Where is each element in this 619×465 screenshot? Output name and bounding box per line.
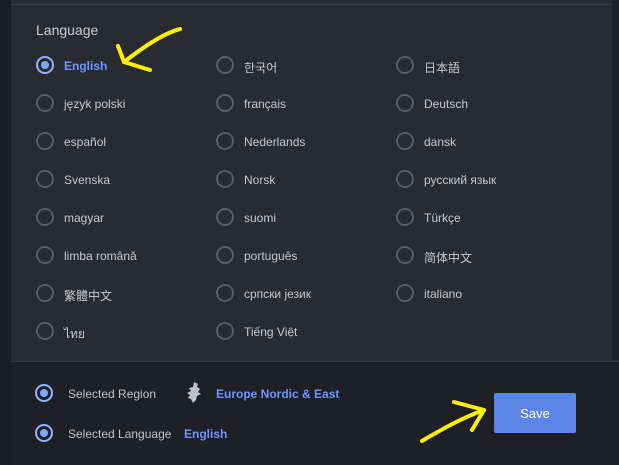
language-label-suomi[interactable]: suomi (244, 211, 276, 225)
selected-language-value: English (184, 427, 228, 441)
language-radio-svenska[interactable] (36, 170, 54, 188)
language-radio-ti-ng-vi-t[interactable] (216, 322, 234, 340)
selected-region-label: Selected Region (68, 387, 157, 401)
scroll-edge (612, 0, 619, 360)
language-radio-suomi[interactable] (216, 208, 234, 226)
language-label-lang-2[interactable]: 日本語 (424, 59, 460, 76)
language-radio-lang-18[interactable] (36, 284, 54, 302)
language-settings-window: Language English 한국어 日本語 język polski frança… (11, 0, 619, 465)
language-radio-magyar[interactable] (36, 208, 54, 226)
language-label-portugu-s[interactable]: português (244, 249, 297, 263)
annotation-arrow-save (420, 400, 486, 443)
language-radio-lang-21[interactable] (36, 322, 54, 340)
language-radio-lang-17[interactable] (396, 246, 414, 264)
language-label-limba-rom-n[interactable]: limba română (64, 249, 137, 263)
selected-region-value: Europe Nordic & East (216, 387, 340, 401)
language-radio-limba-rom-n[interactable] (36, 246, 54, 264)
language-label-svenska[interactable]: Svenska (64, 173, 110, 187)
language-radio-t-rk-e[interactable] (396, 208, 414, 226)
language-label-nederlands[interactable]: Nederlands (244, 135, 305, 149)
language-radio-j-zyk-polski[interactable] (36, 94, 54, 112)
language-radio-nederlands[interactable] (216, 132, 234, 150)
language-label-j-zyk-polski[interactable]: język polski (64, 97, 125, 111)
language-label-italiano[interactable]: italiano (424, 287, 462, 301)
language-radio-lang-11[interactable] (396, 170, 414, 188)
selected-language-indicator (35, 424, 53, 442)
language-radio-norsk[interactable] (216, 170, 234, 188)
save-button[interactable]: Save (494, 393, 576, 433)
selection-summary-panel: Selected Region Europe Nordic & East Sel… (11, 361, 619, 465)
language-label-norsk[interactable]: Norsk (244, 173, 275, 187)
language-radio-lang-19[interactable] (216, 284, 234, 302)
language-label-lang-18[interactable]: 繁體中文 (64, 287, 112, 304)
language-radio-english[interactable] (36, 56, 54, 74)
language-label-dansk[interactable]: dansk (424, 135, 456, 149)
europe-map-icon (187, 382, 201, 403)
language-label-lang-17[interactable]: 简体中文 (424, 249, 472, 266)
language-radio-lang-2[interactable] (396, 56, 414, 74)
language-label-deutsch[interactable]: Deutsch (424, 97, 468, 111)
language-label-fran-ais[interactable]: français (244, 97, 286, 111)
language-label-magyar[interactable]: magyar (64, 211, 104, 225)
language-radio-portugu-s[interactable] (216, 246, 234, 264)
language-radio-italiano[interactable] (396, 284, 414, 302)
language-radio-dansk[interactable] (396, 132, 414, 150)
language-label-lang-11[interactable]: русский язык (424, 173, 496, 187)
language-label-lang-1[interactable]: 한국어 (244, 59, 277, 76)
language-label-lang-21[interactable]: ไทย (64, 325, 85, 344)
selected-language-label: Selected Language (68, 427, 172, 441)
annotation-arrow-english (116, 27, 182, 72)
language-label-lang-19[interactable]: српски језик (244, 287, 311, 301)
language-radio-deutsch[interactable] (396, 94, 414, 112)
language-label-espa-ol[interactable]: español (64, 135, 106, 149)
language-label-english[interactable]: English (64, 59, 107, 73)
selected-region-indicator (35, 384, 53, 402)
language-radio-espa-ol[interactable] (36, 132, 54, 150)
language-radio-lang-1[interactable] (216, 56, 234, 74)
language-radio-fran-ais[interactable] (216, 94, 234, 112)
language-option-grid: English 한국어 日本語 język polski français Deutsch… (11, 0, 571, 360)
language-label-t-rk-e[interactable]: Türkçe (424, 211, 461, 225)
language-label-ti-ng-vi-t[interactable]: Tiếng Việt (244, 325, 297, 339)
